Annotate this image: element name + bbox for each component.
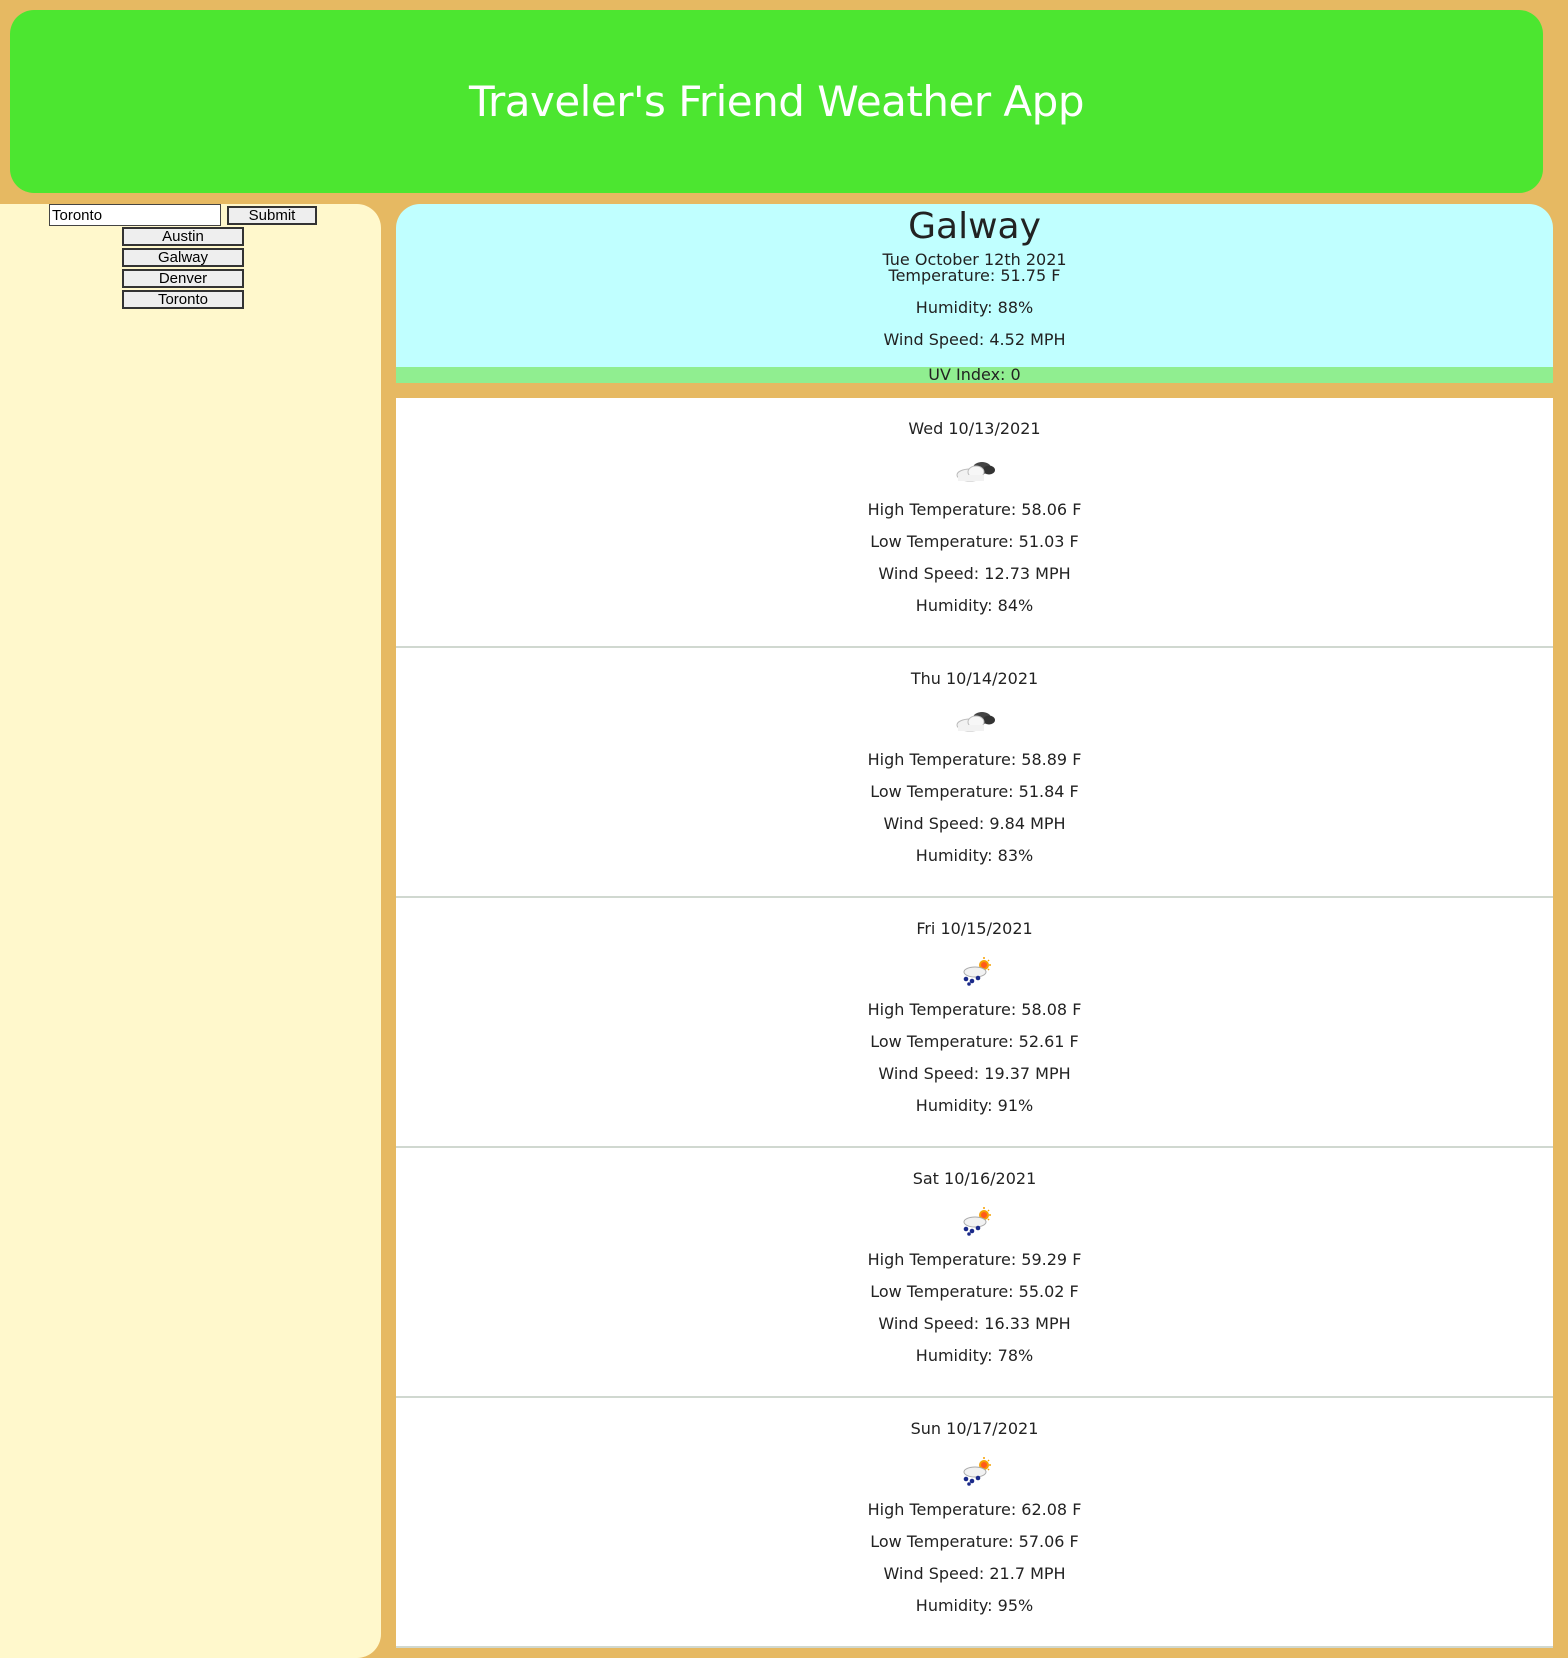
forecast-low-temp: Low Temperature: 55.02 F	[870, 1282, 1079, 1301]
forecast-wind-speed: Wind Speed: 21.7 MPH	[883, 1564, 1066, 1583]
forecast-date: Sat 10/16/2021	[912, 1169, 1037, 1188]
history-button-austin[interactable]: Austin	[122, 227, 244, 246]
forecast-date: Wed 10/13/2021	[908, 419, 1041, 438]
forecast-low-temp: Low Temperature: 51.84 F	[870, 782, 1079, 801]
forecast-humidity: Humidity: 78%	[915, 1346, 1034, 1365]
city-search-input[interactable]	[49, 204, 221, 226]
forecast-humidity: Humidity: 83%	[915, 846, 1034, 865]
uv-index-badge: UV Index: 0	[396, 367, 1553, 383]
submit-button[interactable]: Submit	[227, 206, 317, 225]
forecast-wind-speed: Wind Speed: 9.84 MPH	[883, 814, 1066, 833]
rain-sun-icon	[396, 1206, 1553, 1236]
forecast-humidity: Humidity: 95%	[915, 1596, 1034, 1615]
forecast-wind-speed: Wind Speed: 12.73 MPH	[878, 564, 1071, 583]
current-temperature: Temperature: 51.75 F	[888, 266, 1061, 285]
sidebar: Submit Austin Galway Denver Toronto	[0, 204, 381, 1658]
forecast-card: Sun 10/17/2021 High Temperature: 62.08 F…	[396, 1398, 1553, 1648]
forecast-high-temp: High Temperature: 58.89 F	[867, 750, 1082, 769]
forecast-high-temp: High Temperature: 59.29 F	[867, 1250, 1082, 1269]
forecast-wind-speed: Wind Speed: 16.33 MPH	[878, 1314, 1071, 1333]
forecast-humidity: Humidity: 91%	[915, 1096, 1034, 1115]
app-title: Traveler's Friend Weather App	[469, 77, 1085, 126]
forecast-humidity: Humidity: 84%	[915, 596, 1034, 615]
history-button-galway[interactable]: Galway	[122, 248, 244, 267]
history-button-toronto[interactable]: Toronto	[122, 290, 244, 309]
forecast-low-temp: Low Temperature: 52.61 F	[870, 1032, 1079, 1051]
forecast-low-temp: Low Temperature: 57.06 F	[870, 1532, 1079, 1551]
forecast-date: Fri 10/15/2021	[916, 919, 1033, 938]
forecast-card: Fri 10/15/2021 High Temperature: 58.08 F…	[396, 898, 1553, 1148]
forecast-date: Sun 10/17/2021	[910, 1419, 1039, 1438]
cloudy-icon	[396, 456, 1553, 486]
forecast-high-temp: High Temperature: 62.08 F	[867, 1500, 1082, 1519]
forecast-wind-speed: Wind Speed: 19.37 MPH	[878, 1064, 1071, 1083]
five-day-forecast: Wed 10/13/2021 High Temperature: 58.06 F…	[396, 398, 1553, 1648]
current-city-name: Galway	[908, 206, 1041, 247]
history-button-denver[interactable]: Denver	[122, 269, 244, 288]
app-header: Traveler's Friend Weather App	[10, 10, 1543, 193]
current-humidity: Humidity: 88%	[915, 298, 1034, 317]
forecast-low-temp: Low Temperature: 51.03 F	[870, 532, 1079, 551]
forecast-high-temp: High Temperature: 58.06 F	[867, 500, 1082, 519]
rain-sun-icon	[396, 956, 1553, 986]
forecast-date: Thu 10/14/2021	[910, 669, 1039, 688]
forecast-card: Wed 10/13/2021 High Temperature: 58.06 F…	[396, 398, 1553, 648]
current-wind-speed: Wind Speed: 4.52 MPH	[883, 330, 1066, 349]
forecast-high-temp: High Temperature: 58.08 F	[867, 1000, 1082, 1019]
rain-sun-icon	[396, 1456, 1553, 1486]
cloudy-icon	[396, 706, 1553, 736]
search-row: Submit	[49, 204, 317, 226]
search-history-list: Austin Galway Denver Toronto	[122, 227, 244, 309]
forecast-card: Thu 10/14/2021 High Temperature: 58.89 F…	[396, 648, 1553, 898]
current-weather-panel: Galway Tue October 12th 2021 Temperature…	[396, 204, 1553, 383]
forecast-card: Sat 10/16/2021 High Temperature: 59.29 F…	[396, 1148, 1553, 1398]
